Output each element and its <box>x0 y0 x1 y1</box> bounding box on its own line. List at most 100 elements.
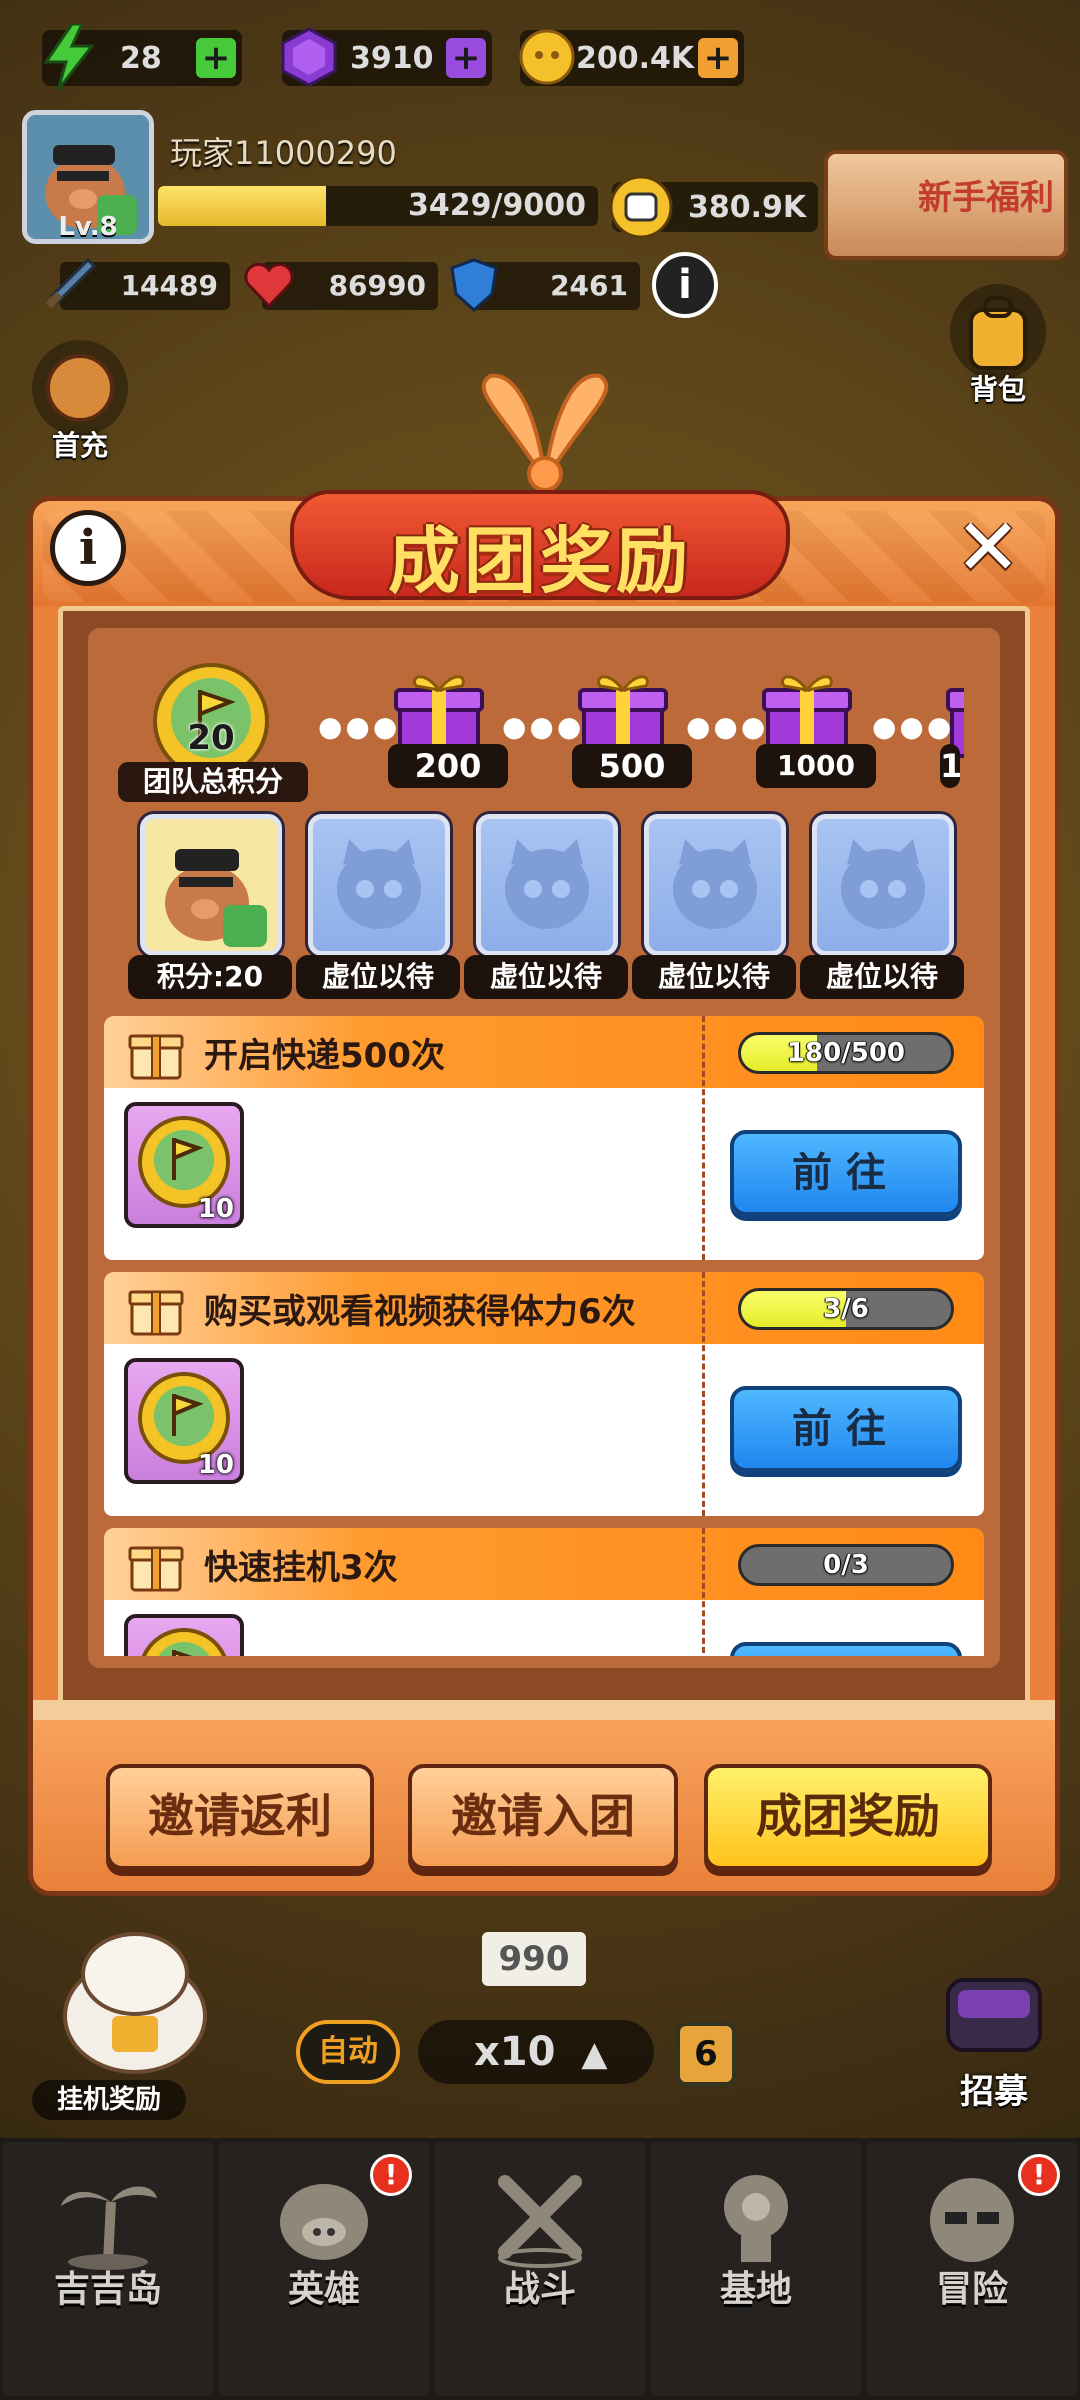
first-recharge-icon <box>32 340 128 436</box>
progress-dots: ●●● <box>502 710 585 743</box>
nav-tab-battle[interactable]: 战斗 <box>434 2142 646 2396</box>
nav-tab-heroes[interactable]: 英雄 ! <box>218 2142 430 2396</box>
member-slot-label: 虚位以待 <box>296 955 460 999</box>
member-slot-label: 虚位以待 <box>464 955 628 999</box>
power-counter: 380.9K <box>609 175 818 239</box>
empty-member-slot[interactable] <box>812 814 954 956</box>
placeholder-character-icon <box>841 839 925 929</box>
go-button[interactable]: 前往 <box>730 1642 962 1656</box>
crossed-swords-icon <box>485 2162 595 2272</box>
newbie-benefit-button[interactable]: 新手福利 <box>824 150 1068 260</box>
team-point-reward-icon[interactable]: 10 <box>124 1614 244 1656</box>
nav-label: 冒险 <box>935 2269 1008 2310</box>
team-point-reward-icon[interactable]: 10 <box>124 1102 244 1228</box>
go-button[interactable]: 前往 <box>730 1130 962 1216</box>
gift-icon <box>128 1290 184 1336</box>
gem-value: 3910 <box>350 40 434 76</box>
notification-badge: ! <box>1018 2154 1060 2196</box>
backpack-button[interactable]: 背包 <box>948 284 1048 408</box>
base-icon <box>701 2162 811 2272</box>
milestone-label: 200 <box>388 744 508 788</box>
heart-icon <box>244 262 294 309</box>
placeholder-character-icon <box>505 839 589 929</box>
defense-value: 2461 <box>550 269 628 302</box>
empty-member-slot[interactable] <box>476 814 618 956</box>
member-slot-label: 虚位以待 <box>800 955 964 999</box>
tab-team-reward[interactable]: 成团奖励 <box>704 1764 992 1870</box>
member-slot-label: 虚位以待 <box>632 955 796 999</box>
task-progress-bar: 0/3 <box>738 1544 954 1586</box>
modal-title-ribbon: 成团奖励 <box>290 373 790 603</box>
bow-icon <box>481 373 609 492</box>
player-name: 玩家11000290 <box>170 134 397 172</box>
nav-tab-island[interactable]: 吉吉岛 <box>2 2142 214 2396</box>
placeholder-character-icon <box>337 839 421 929</box>
team-score: 20 <box>187 718 235 758</box>
nav-label: 英雄 <box>287 2269 360 2310</box>
multiplier-value: x10 <box>474 2029 556 2075</box>
triangle-up-icon: ▲ <box>581 2034 608 2074</box>
recruit-label: 招募 <box>960 2072 1028 2112</box>
adventure-face-icon <box>917 2162 1027 2272</box>
team-point-reward-icon[interactable]: 10 <box>124 1358 244 1484</box>
progress-dots: ●●● <box>318 710 401 743</box>
gift-icon <box>128 1546 184 1592</box>
gem-icon <box>274 22 344 92</box>
empty-member-slot[interactable] <box>644 814 786 956</box>
tab-invite-join[interactable]: 邀请入团 <box>408 1764 678 1870</box>
modal-info-icon[interactable]: i <box>50 510 126 586</box>
task-title: 快速挂机3次 <box>204 1548 398 1588</box>
recruit-button[interactable]: 招募 <box>934 1960 1054 2113</box>
lucky-cat-icon[interactable] <box>40 1916 230 2076</box>
hero-face-icon <box>269 2162 379 2272</box>
task-body: 10 前往 <box>104 1600 984 1656</box>
stats-info-icon[interactable]: i <box>652 252 718 318</box>
task-progress-text: 180/500 <box>786 1038 906 1068</box>
task-card: 开启快递500次 180/500 10 前往 <box>104 1016 984 1260</box>
lightning-icon <box>34 22 104 92</box>
task-card: 快速挂机3次 0/3 10 前往 <box>104 1528 984 1656</box>
coin-icon <box>512 22 582 92</box>
energy-plus-button[interactable]: + <box>196 38 236 78</box>
go-button[interactable]: 前往 <box>730 1386 962 1472</box>
task-list[interactable]: 开启快递500次 180/500 10 前往 购买或观看视频获得体力6次 3/6 10 前往快… <box>88 1012 1000 1656</box>
close-icon[interactable]: ✕ <box>948 503 1028 593</box>
task-progress-text: 0/3 <box>823 1550 869 1580</box>
empty-member-slot[interactable] <box>308 814 450 956</box>
task-progress-bar: 3/6 <box>738 1288 954 1330</box>
auto-button[interactable]: 自动 <box>296 2020 400 2084</box>
progress-dots: ●●● <box>686 710 769 743</box>
milestone-label: 500 <box>572 744 692 788</box>
gem-counter: 3910 + <box>281 27 492 87</box>
tab-invite-rebate[interactable]: 邀请返利 <box>106 1764 374 1870</box>
gem-plus-button[interactable]: + <box>446 38 486 78</box>
reward-count: 10 <box>197 1194 234 1224</box>
sword-icon <box>45 257 97 309</box>
team-score-label: 团队总积分 <box>118 762 308 802</box>
nav-label: 基地 <box>719 2269 792 2310</box>
progress-dots: ●●● <box>872 710 955 743</box>
task-body: 10 前往 <box>104 1088 984 1260</box>
nav-label: 吉吉岛 <box>53 2269 162 2310</box>
hp-stat: 86990 <box>244 262 438 310</box>
coin-value: 200.4K <box>576 40 695 76</box>
task-divider <box>702 1272 705 1516</box>
task-divider <box>702 1016 705 1260</box>
xp-bar-fill <box>158 186 326 226</box>
placeholder-character-icon <box>673 839 757 929</box>
task-header: 快速挂机3次 0/3 <box>104 1528 984 1600</box>
member-avatar[interactable] <box>140 814 282 956</box>
hang-reward-label[interactable]: 挂机奖励 <box>32 2080 186 2120</box>
first-recharge-button[interactable]: 首充 <box>30 340 130 464</box>
notification-badge: ! <box>370 2154 412 2196</box>
defense-stat: 2461 <box>450 258 640 313</box>
shield-icon <box>450 258 498 313</box>
multiplier-selector[interactable]: x10 ▲ <box>418 2020 654 2084</box>
task-divider <box>702 1528 705 1656</box>
task-card: 购买或观看视频获得体力6次 3/6 10 前往 <box>104 1272 984 1516</box>
xp-text: 3429/9000 <box>408 188 586 223</box>
nav-tab-base[interactable]: 基地 <box>650 2142 862 2396</box>
coin-plus-button[interactable]: + <box>698 38 738 78</box>
nav-tab-adventure[interactable]: 冒险 ! <box>866 2142 1078 2396</box>
milestone-label: 1000 <box>756 744 876 788</box>
